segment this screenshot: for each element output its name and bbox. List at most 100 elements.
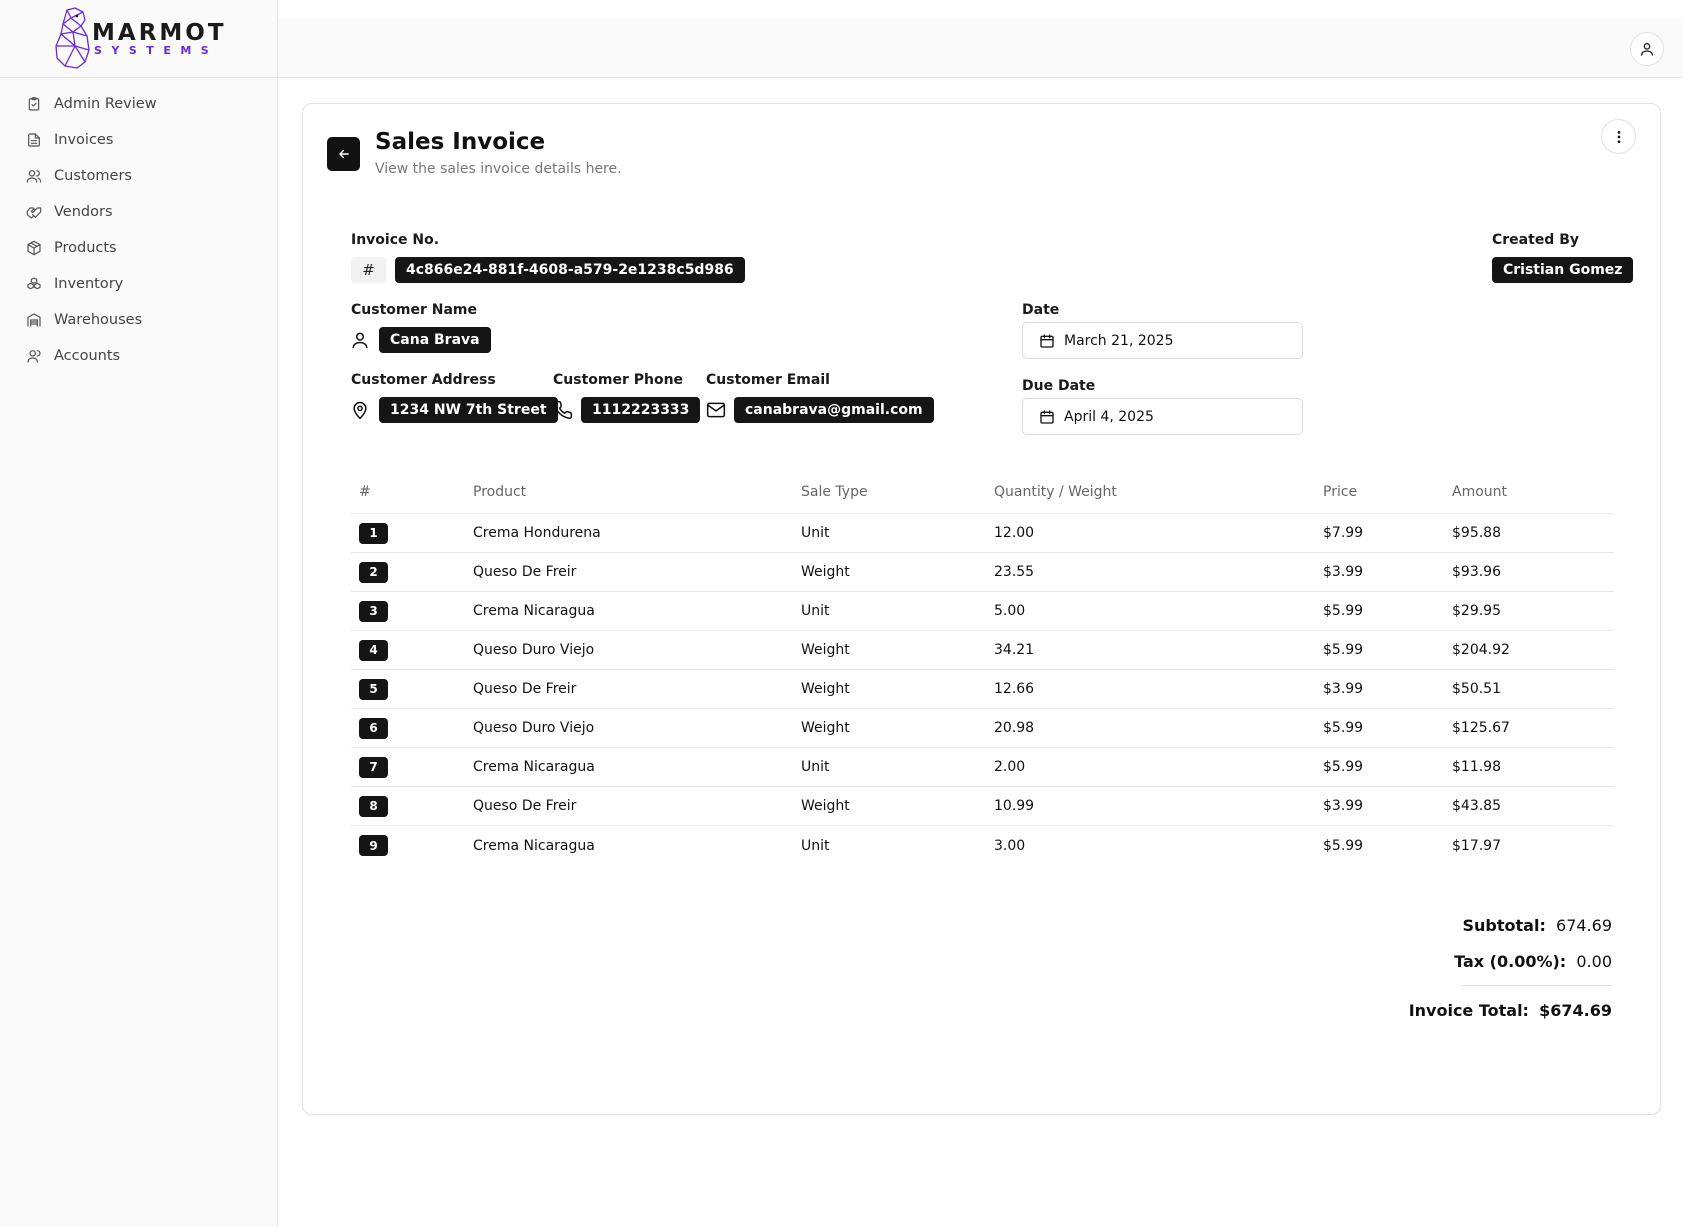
- sale-type-cell: Weight: [801, 720, 850, 736]
- user-icon: [350, 330, 370, 350]
- sale-type-cell: Weight: [801, 642, 850, 658]
- sidebar-item-label: Customers: [54, 168, 132, 184]
- sidebar-item-invoices[interactable]: Invoices: [0, 122, 277, 158]
- quantity-cell: 3.00: [994, 837, 1026, 854]
- product-name-cell: Crema Nicaragua: [473, 603, 595, 619]
- customer-address-label: Customer Address: [351, 372, 496, 388]
- row-number-cell: 3: [359, 592, 388, 630]
- row-number-cell: 2: [359, 553, 388, 591]
- customer-email-label: Customer Email: [706, 372, 830, 388]
- table-row[interactable]: 1 Crema Hondurena Unit 12.00 $7.99 $95.88: [351, 514, 1614, 553]
- more-options-button[interactable]: [1601, 119, 1636, 154]
- row-number-badge: 5: [359, 678, 388, 700]
- amount-cell: $43.85: [1452, 798, 1501, 814]
- row-number-cell: 6: [359, 709, 388, 747]
- sidebar-item-products[interactable]: Products: [0, 230, 277, 266]
- row-number-badge: 7: [359, 756, 388, 778]
- quantity-cell: 23.55: [994, 564, 1035, 580]
- subtotal-row: Subtotal: 674.69: [1463, 916, 1613, 935]
- customer-phone-value: 1112223333: [581, 397, 701, 423]
- product-name-cell: Queso De Freir: [473, 681, 577, 697]
- sidebar-item-label: Admin Review: [54, 96, 157, 112]
- column-header-sale-type: Sale Type: [801, 484, 868, 500]
- invoice-no-value: 4c866e24-881f-4608-a579-2e1238c5d986: [395, 257, 745, 283]
- amount-cell: $29.95: [1452, 603, 1501, 619]
- customer-address-value: 1234 NW 7th Street: [379, 397, 558, 423]
- sale-type-cell: Unit: [801, 525, 830, 541]
- logo[interactable]: MARMOT SYSTEMS: [0, 0, 277, 78]
- quantity-cell: 2.00: [994, 759, 1026, 775]
- price-cell: $5.99: [1323, 837, 1364, 854]
- product-name-cell: Crema Nicaragua: [473, 759, 595, 775]
- customer-name-label: Customer Name: [351, 302, 477, 318]
- handshake-icon: [26, 204, 42, 220]
- price-cell: $5.99: [1323, 720, 1364, 736]
- brand-tagline: SYSTEMS: [94, 44, 219, 57]
- sale-type-cell: Weight: [801, 681, 850, 697]
- invoice-total-value: $674.69: [1539, 1001, 1612, 1020]
- date-value: March 21, 2025: [1064, 332, 1174, 349]
- column-header-price: Price: [1323, 484, 1358, 500]
- tax-label: Tax (0.00%):: [1454, 952, 1567, 971]
- tax-row: Tax (0.00%): 0.00: [1454, 952, 1612, 971]
- customer-name-value: Cana Brava: [379, 327, 491, 353]
- calendar-icon: [1039, 333, 1055, 349]
- price-cell: $3.99: [1323, 564, 1364, 580]
- row-number-cell: 9: [359, 826, 388, 865]
- clipboard-check-icon: [26, 96, 42, 112]
- table-row[interactable]: 7 Crema Nicaragua Unit 2.00 $5.99 $11.98: [351, 748, 1614, 787]
- page-title: Sales Invoice: [375, 129, 546, 155]
- due-date-picker[interactable]: April 4, 2025: [1022, 398, 1303, 435]
- sidebar-item-label: Products: [54, 240, 117, 256]
- customer-email-value: canabrava@gmail.com: [734, 397, 934, 423]
- row-number-cell: 5: [359, 670, 388, 708]
- package-icon: [26, 240, 42, 256]
- table-row[interactable]: 8 Queso De Freir Weight 10.99 $3.99 $43.85: [351, 787, 1614, 826]
- amount-cell: $204.92: [1452, 642, 1510, 658]
- sale-type-cell: Unit: [801, 759, 830, 775]
- amount-cell: $17.97: [1452, 837, 1501, 854]
- invoice-card: Sales Invoice View the sales invoice det…: [302, 103, 1661, 1115]
- price-cell: $7.99: [1323, 525, 1364, 541]
- price-cell: $5.99: [1323, 642, 1364, 658]
- sidebar-item-inventory[interactable]: Inventory: [0, 266, 277, 302]
- user-menu-button[interactable]: [1630, 32, 1664, 66]
- back-button[interactable]: [327, 137, 360, 171]
- sale-type-cell: Unit: [801, 603, 830, 619]
- customer-phone-label: Customer Phone: [553, 372, 684, 388]
- date-picker[interactable]: March 21, 2025: [1022, 322, 1303, 359]
- user-icon: [1641, 43, 1653, 56]
- amount-cell: $11.98: [1452, 759, 1501, 775]
- date-label: Date: [1022, 302, 1060, 318]
- product-name-cell: Queso De Freir: [473, 564, 577, 580]
- row-number-badge: 9: [359, 835, 388, 856]
- sidebar-item-warehouses[interactable]: Warehouses: [0, 302, 277, 338]
- product-name-cell: Queso De Freir: [473, 798, 577, 814]
- invoice-total-label: Invoice Total:: [1408, 1001, 1529, 1020]
- price-cell: $3.99: [1323, 798, 1364, 814]
- price-cell: $3.99: [1323, 681, 1364, 697]
- table-row[interactable]: 9 Crema Nicaragua Unit 3.00 $5.99 $17.97: [351, 826, 1614, 865]
- table-row[interactable]: 2 Queso De Freir Weight 23.55 $3.99 $93.96: [351, 553, 1614, 592]
- sidebar-nav: Admin Review Invoices Customers Vendors …: [0, 86, 277, 374]
- table-row[interactable]: 3 Crema Nicaragua Unit 5.00 $5.99 $29.95: [351, 592, 1614, 631]
- sidebar-item-accounts[interactable]: Accounts: [0, 338, 277, 374]
- table-row[interactable]: 4 Queso Duro Viejo Weight 34.21 $5.99 $204.92: [351, 631, 1614, 670]
- column-header-quantity: Quantity / Weight: [994, 484, 1117, 500]
- due-date-label: Due Date: [1022, 378, 1096, 394]
- sidebar-item-label: Warehouses: [54, 312, 143, 328]
- sidebar-item-admin-review[interactable]: Admin Review: [0, 86, 277, 122]
- sidebar-item-customers[interactable]: Customers: [0, 158, 277, 194]
- sale-type-cell: Unit: [801, 837, 830, 854]
- column-header-product: Product: [473, 484, 527, 500]
- table-row[interactable]: 5 Queso De Freir Weight 12.66 $3.99 $50.51: [351, 670, 1614, 709]
- sale-type-cell: Weight: [801, 564, 850, 580]
- table-row[interactable]: 6 Queso Duro Viejo Weight 20.98 $5.99 $125.67: [351, 709, 1614, 748]
- sidebar-item-label: Accounts: [54, 348, 121, 364]
- product-name-cell: Crema Nicaragua: [473, 837, 595, 854]
- brand-name: MARMOT: [92, 20, 227, 46]
- subtotal-label: Subtotal:: [1462, 916, 1546, 935]
- subtotal-value: 674.69: [1556, 916, 1612, 935]
- sidebar-item-vendors[interactable]: Vendors: [0, 194, 277, 230]
- created-by-value: Cristian Gomez: [1492, 257, 1634, 283]
